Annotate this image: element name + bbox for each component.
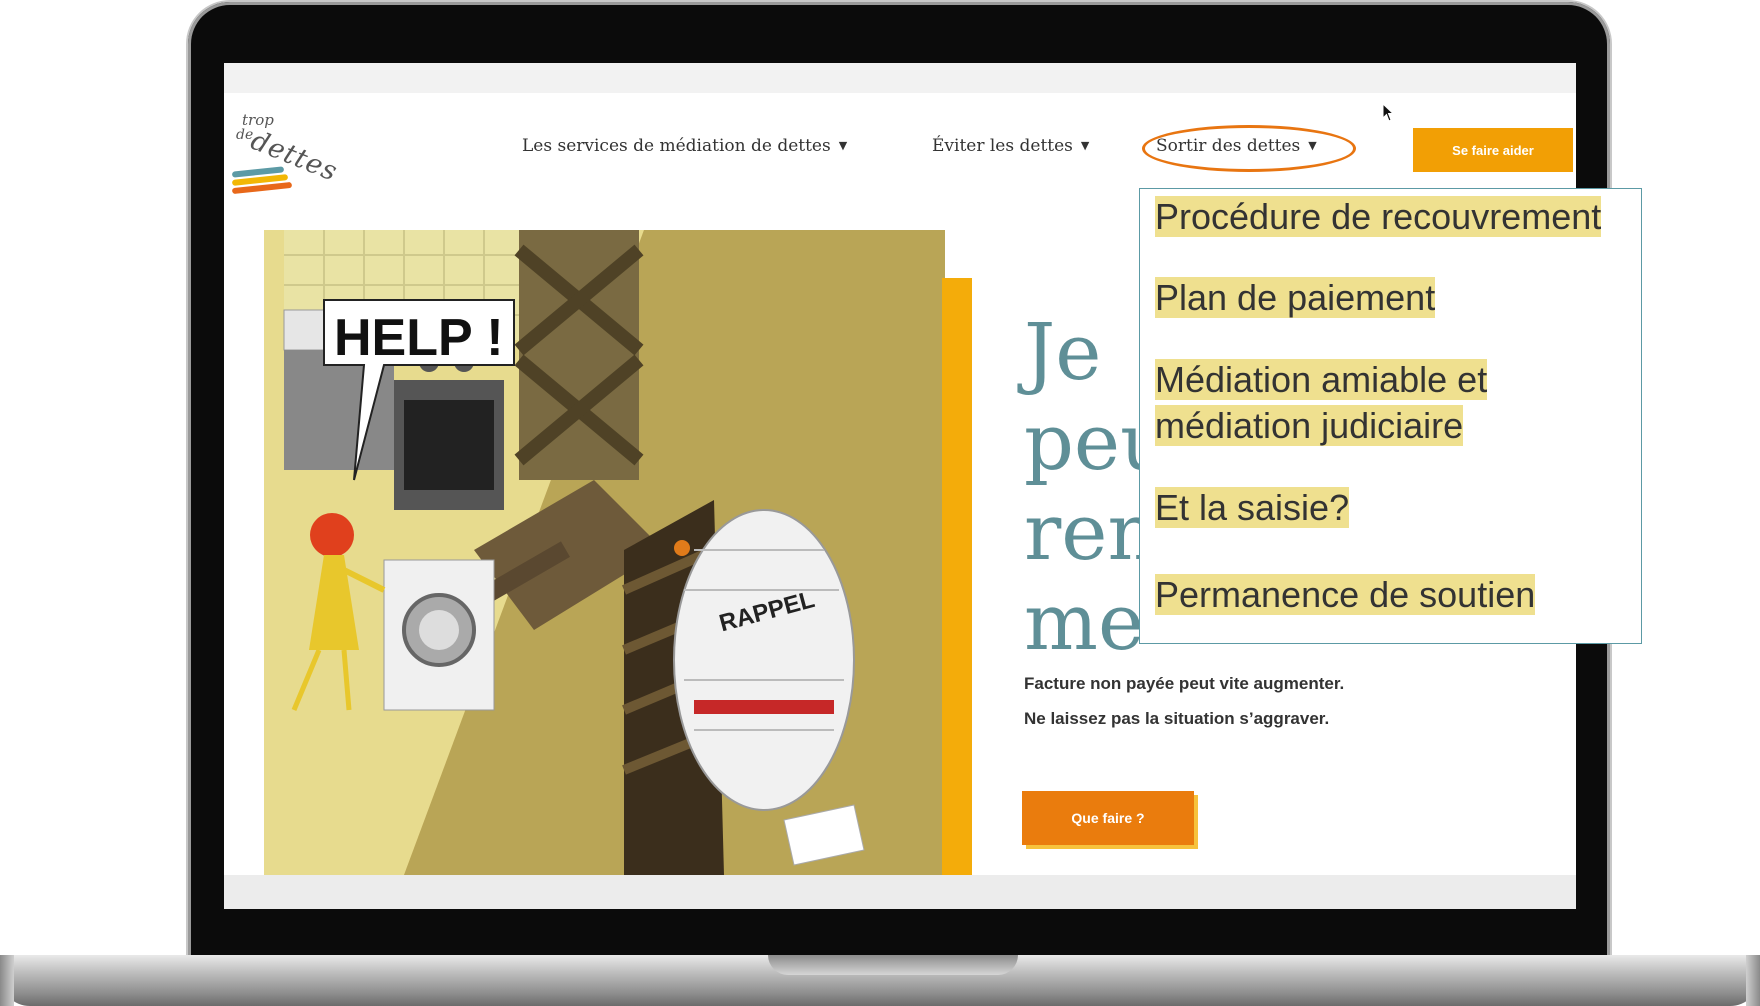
dropdown-item-saisie[interactable]: Et la saisie? xyxy=(1155,485,1350,531)
nav-item-label: Éviter les dettes xyxy=(932,136,1073,156)
sortir-des-dettes-dropdown: Procédure de recouvrement Plan de paieme… xyxy=(1139,188,1642,644)
nav-item-label: Les services de médiation de dettes xyxy=(522,136,831,156)
dropdown-item-recouvrement[interactable]: Procédure de recouvrement xyxy=(1155,194,1602,240)
browser-bottom-bar xyxy=(224,875,1576,909)
illustration-svg: HELP ! RAPPEL xyxy=(264,230,945,875)
laptop-notch xyxy=(768,955,1018,975)
hero-accent-bar xyxy=(942,278,972,875)
dropdown-item-label: Et la saisie? xyxy=(1155,487,1350,528)
hero-illustration: HELP ! RAPPEL xyxy=(264,230,945,875)
site-logo[interactable]: trop de dettes xyxy=(231,111,352,201)
hero-subtitle: Facture non payée peut vite augmenter. N… xyxy=(1024,666,1344,736)
dropdown-item-mediation[interactable]: Médiation amiable et médiation judiciair… xyxy=(1155,357,1488,449)
dropdown-item-label: Plan de paiement xyxy=(1155,277,1436,318)
caret-down-icon: ▼ xyxy=(1080,139,1090,152)
que-faire-button[interactable]: Que faire ? xyxy=(1022,791,1194,845)
hero-subtitle-line: Facture non payée peut vite augmenter. xyxy=(1024,674,1345,693)
help-bubble-text: HELP ! xyxy=(334,309,504,367)
mouse-cursor-icon xyxy=(1382,103,1395,122)
dropdown-item-label: Médiation amiable et xyxy=(1155,359,1488,400)
dropdown-item-label: médiation judiciaire xyxy=(1155,405,1464,446)
nav-item-services[interactable]: Les services de médiation de dettes ▼ xyxy=(522,136,847,156)
dropdown-item-permanence[interactable]: Permanence de soutien xyxy=(1155,572,1536,618)
dropdown-item-plan-paiement[interactable]: Plan de paiement xyxy=(1155,275,1436,321)
caret-down-icon: ▼ xyxy=(838,139,848,152)
dropdown-item-label: Permanence de soutien xyxy=(1155,574,1536,615)
browser-top-bar xyxy=(224,63,1576,93)
nav-item-eviter[interactable]: Éviter les dettes ▼ xyxy=(932,136,1089,156)
dropdown-item-label: Procédure de recouvrement xyxy=(1155,196,1602,237)
nav-highlight-ellipse xyxy=(1142,125,1356,172)
se-faire-aider-button[interactable]: Se faire aider xyxy=(1413,128,1573,172)
hero-subtitle-line: Ne laissez pas la situation s’aggraver. xyxy=(1024,709,1330,728)
